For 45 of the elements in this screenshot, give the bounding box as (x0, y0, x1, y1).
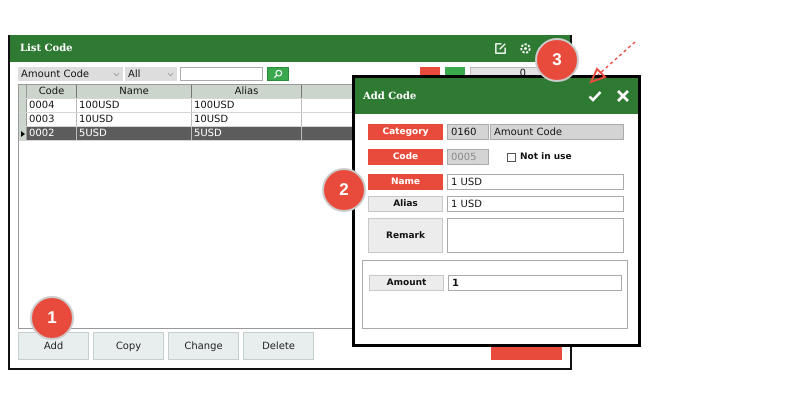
category-field: Amount Code (490, 124, 624, 140)
table-cell: 0003 (27, 113, 77, 126)
table-cell: 0002 (27, 127, 77, 140)
category-dropdown[interactable]: Amount Code (18, 67, 123, 81)
field-label: Code (368, 149, 443, 165)
action-button[interactable]: Add (18, 332, 89, 360)
table-cell: 10USD (192, 113, 302, 126)
column-header[interactable]: Name (77, 85, 192, 98)
field-label: Amount (369, 275, 444, 291)
settings-icon[interactable] (519, 42, 532, 55)
row-header[interactable] (19, 127, 27, 140)
table-cell: 10USD (77, 113, 192, 126)
table-cell: 0004 (27, 99, 77, 112)
chevron-icon (113, 72, 120, 76)
field-label: Category (368, 124, 443, 140)
chevron-icon (167, 72, 174, 76)
remark-field[interactable] (447, 218, 624, 253)
table-cell: 5USD (192, 127, 302, 140)
table-cell: 5USD (77, 127, 192, 140)
input-field[interactable]: 1 USD (447, 196, 624, 212)
column-header[interactable]: Code (27, 85, 77, 98)
amount-field[interactable]: 1 (448, 275, 622, 291)
row-pointer-icon (20, 130, 24, 136)
column-header[interactable]: Alias (192, 85, 302, 98)
code-field: 0005 (447, 149, 489, 165)
dialog-title: Add Code (363, 90, 416, 102)
code-field: 0160 (447, 124, 489, 140)
table-cell: 100USD (192, 99, 302, 112)
status-dropdown[interactable]: All (125, 67, 177, 81)
search-field[interactable] (180, 67, 263, 81)
search-icon (273, 69, 283, 79)
check-icon[interactable] (588, 89, 602, 103)
table-cell: 100USD (77, 99, 192, 112)
action-button[interactable]: Change (168, 332, 239, 360)
action-button[interactable]: Copy (93, 332, 164, 360)
window-title: List Code (20, 43, 73, 54)
input-field[interactable]: 1 USD (447, 174, 624, 190)
checkbox-label: Not in use (520, 152, 572, 162)
field-label: Name (368, 174, 443, 190)
search-button[interactable] (267, 67, 289, 81)
edit-icon[interactable] (494, 42, 507, 55)
field-label: Alias (368, 196, 443, 212)
close-icon[interactable] (616, 89, 630, 103)
action-button[interactable]: Delete (243, 332, 314, 360)
field-label: Remark (368, 218, 443, 253)
